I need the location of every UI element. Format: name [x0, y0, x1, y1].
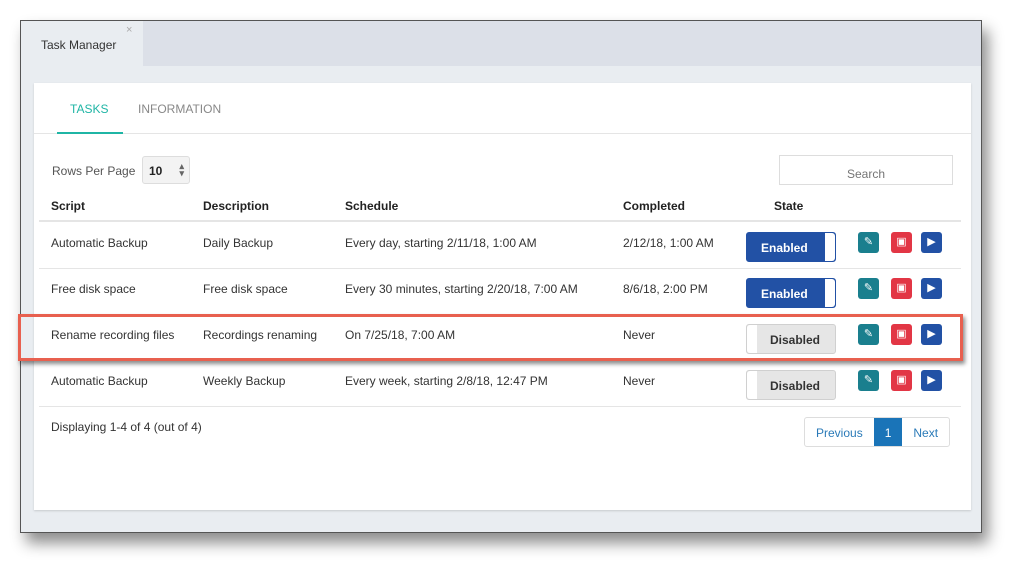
- toggle-knob: [825, 233, 835, 261]
- tasks-card: TASKS INFORMATION Rows Per Page 10 ▴▾ Sc…: [34, 83, 971, 510]
- cell-schedule: Every 30 minutes, starting 2/20/18, 7:00…: [345, 282, 578, 296]
- table-row: Automatic Backup Weekly Backup Every week,…: [39, 361, 961, 407]
- window-tab-bar: Task Manager ×: [21, 21, 981, 66]
- pagination: Previous 1 Next: [804, 417, 951, 447]
- edit-icon[interactable]: ✎: [858, 324, 879, 345]
- cell-script: Rename recording files: [51, 328, 175, 342]
- header-script[interactable]: Script: [51, 199, 85, 213]
- state-toggle[interactable]: Enabled: [746, 278, 836, 308]
- table-row: Automatic Backup Daily Backup Every day, s…: [39, 223, 961, 269]
- edit-icon[interactable]: ✎: [858, 278, 879, 299]
- table-row: Free disk space Free disk space Every 30 m…: [39, 269, 961, 315]
- state-toggle[interactable]: Disabled: [746, 370, 836, 400]
- edit-icon[interactable]: ✎: [858, 232, 879, 253]
- state-label: Disabled: [770, 333, 821, 347]
- cell-schedule: Every week, starting 2/8/18, 12:47 PM: [345, 374, 548, 388]
- rows-per-page-label: Rows Per Page: [52, 164, 136, 178]
- state-label: Disabled: [770, 379, 821, 393]
- edit-icon[interactable]: ✎: [858, 370, 879, 391]
- toggle-knob: [747, 371, 757, 399]
- cell-completed: Never: [623, 374, 656, 388]
- header-completed[interactable]: Completed: [623, 199, 685, 213]
- delete-icon[interactable]: ▣: [891, 370, 912, 391]
- cell-description: Daily Backup: [203, 236, 274, 250]
- tab-tasks[interactable]: TASKS: [70, 102, 108, 116]
- cell-script: Automatic Backup: [51, 236, 148, 250]
- cell-completed: 8/6/18, 2:00 PM: [623, 282, 708, 296]
- state-toggle[interactable]: Disabled: [746, 324, 836, 354]
- run-icon[interactable]: ▶: [921, 278, 942, 299]
- header-state[interactable]: State: [774, 199, 803, 213]
- rows-per-page-value: 10: [149, 164, 163, 178]
- cell-description: Weekly Backup: [203, 374, 286, 388]
- search-input[interactable]: [779, 155, 953, 185]
- cell-script: Free disk space: [51, 282, 136, 296]
- state-label: Enabled: [761, 287, 808, 301]
- run-icon[interactable]: ▶: [921, 232, 942, 253]
- cell-completed: Never: [623, 328, 656, 342]
- state-label: Enabled: [761, 241, 808, 255]
- window-tab-label: Task Manager: [41, 38, 117, 52]
- cell-description: Free disk space: [203, 282, 288, 296]
- state-toggle[interactable]: Enabled: [746, 232, 836, 262]
- page-1-button[interactable]: 1: [873, 418, 903, 446]
- header-schedule[interactable]: Schedule: [345, 199, 398, 213]
- close-icon[interactable]: ×: [126, 24, 132, 36]
- cell-script: Automatic Backup: [51, 374, 148, 388]
- cell-schedule: Every day, starting 2/11/18, 1:00 AM: [345, 236, 537, 250]
- select-arrows-icon: ▴ ▾: [179, 161, 184, 178]
- delete-icon[interactable]: ▣: [891, 232, 912, 253]
- run-icon[interactable]: ▶: [921, 370, 942, 391]
- cell-schedule: On 7/25/18, 7:00 AM: [345, 328, 456, 342]
- cell-completed: 2/12/18, 1:00 AM: [623, 236, 714, 250]
- tab-information[interactable]: INFORMATION: [138, 102, 221, 116]
- table-header: Script Description Schedule Completed St…: [39, 190, 961, 222]
- toggle-knob: [747, 325, 757, 353]
- content-tabs: TASKS INFORMATION: [34, 83, 971, 134]
- delete-icon[interactable]: ▣: [891, 324, 912, 345]
- cell-description: Recordings renaming: [203, 328, 318, 342]
- delete-icon[interactable]: ▣: [891, 278, 912, 299]
- header-description[interactable]: Description: [203, 199, 269, 213]
- active-tab-indicator: [57, 132, 123, 134]
- table-row: Rename recording files Recordings renamin…: [39, 315, 961, 361]
- next-button[interactable]: Next: [902, 418, 949, 446]
- toggle-knob: [825, 279, 835, 307]
- run-icon[interactable]: ▶: [921, 324, 942, 345]
- window-tab-task-manager[interactable]: Task Manager ×: [21, 21, 143, 66]
- task-manager-window: Task Manager × TASKS INFORMATION Rows Pe…: [20, 20, 982, 533]
- display-count: Displaying 1-4 of 4 (out of 4): [51, 420, 202, 434]
- rows-per-page-select[interactable]: 10 ▴ ▾: [142, 156, 190, 184]
- previous-button[interactable]: Previous: [805, 418, 874, 446]
